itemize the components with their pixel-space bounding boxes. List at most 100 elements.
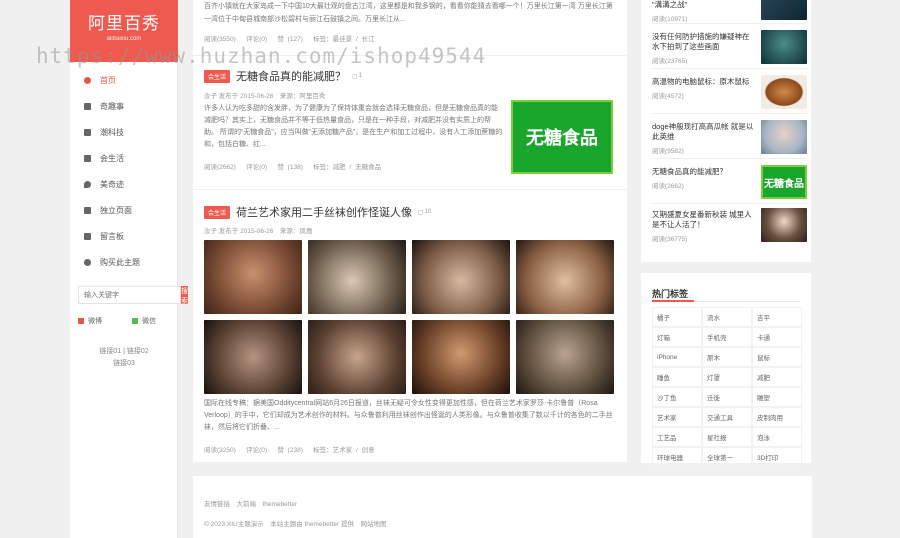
tag-link[interactable]: 原木 [702, 347, 752, 367]
nav-item-tech[interactable]: 潮科技 [70, 119, 178, 145]
sidebar-links: 链接01 | 链接02 链接03 [70, 346, 178, 370]
recent-post-thumb[interactable] [761, 0, 807, 20]
like-button[interactable]: 赞 (138) [277, 164, 302, 171]
search-button[interactable]: 搜索 [181, 286, 188, 305]
tag-link[interactable]: 皮制肉用 [752, 407, 802, 427]
tag-link[interactable]: 交通工具 [702, 407, 752, 427]
comments-link[interactable]: 评论(0) [246, 447, 267, 454]
category-badge[interactable]: 会生活 [204, 69, 231, 83]
gallery-photo[interactable] [516, 240, 614, 314]
recent-post-title[interactable]: 无糖食品真的能减肥？ [652, 167, 756, 177]
main-nav: 首页 奇趣事 潮科技 会生活 美奇迹 独立页面 留言板 购买此主题 [70, 67, 178, 275]
recent-post-item[interactable]: 没有任何防护措施的嫌疑神在水下拍到了这些画面 阅读(23765) [652, 24, 807, 69]
tag-link[interactable]: 灯罩 [702, 367, 752, 387]
like-button[interactable]: 赞 (127) [277, 36, 302, 43]
recent-post-title[interactable]: doge神般现打高高瓜帐 就是以此英维 [652, 122, 756, 142]
thumbnail-caption: 无糖食品 [764, 178, 804, 190]
logo-text: 阿里百秀 [88, 14, 160, 34]
comments-link[interactable]: 评论(0) [246, 164, 267, 171]
gallery-photo[interactable] [204, 320, 302, 394]
tag-link[interactable]: iPhone [652, 347, 702, 367]
like-button[interactable]: 赞 (238) [277, 447, 302, 454]
nav-item-guestbook[interactable]: 留言板 [70, 223, 178, 249]
nav-item-home[interactable]: 首页 [70, 67, 178, 93]
recent-post-item[interactable]: 又期盛夏女星番新秋装 城里人是不让人活了！ 阅读(36775) [652, 204, 807, 249]
recent-post-thumb[interactable] [761, 75, 807, 109]
post-tags[interactable]: 标签：最佳景 / 长江 [313, 36, 374, 43]
title-underline [652, 300, 694, 302]
recent-post-title[interactable]: "溝溝之战" [652, 0, 756, 10]
recent-post-item[interactable]: doge神般现打高高瓜帐 就是以此英维 阅读(9582) [652, 114, 807, 159]
post-tags[interactable]: 标签：减肥 / 无糖食品 [313, 164, 381, 171]
views-count: 阅读(3550) [204, 36, 236, 43]
cup-icon [84, 154, 91, 162]
search-input[interactable] [78, 286, 181, 304]
post-tags[interactable]: 标签：艺术家 / 创意 [313, 447, 374, 454]
nav-item-buy[interactable]: 购买此主题 [70, 249, 178, 275]
gallery-photo[interactable] [412, 320, 510, 394]
tag-link[interactable]: 环球电器 [652, 447, 702, 467]
tag-link[interactable]: 工艺品 [652, 427, 702, 447]
nav-item-life[interactable]: 会生活 [70, 145, 178, 171]
tag-link[interactable]: 雕塑 [752, 387, 802, 407]
views-count: 阅读(2662) [204, 164, 236, 171]
site-footer: 友情链接 大前端 themebetter © 2023 XIU主题演示 本站主题… [193, 476, 812, 538]
nav-label: 独立页面 [100, 205, 132, 215]
comment-count: 1 [358, 73, 363, 79]
recent-post-item[interactable]: "溝溝之战" 阅读(10971) [652, 0, 807, 24]
recent-post-title[interactable]: 又期盛夏女星番新秋装 城里人是不让人活了！ [652, 210, 756, 230]
tag-link[interactable]: 流水 [702, 307, 752, 327]
nav-label: 奇趣事 [100, 101, 124, 111]
recent-post-item[interactable]: 无糖食品真的能减肥？ 阅读(2662) 无糖食品 [652, 159, 807, 204]
nav-label: 美奇迹 [100, 179, 124, 189]
nav-item-wonders[interactable]: 美奇迹 [70, 171, 178, 197]
nav-item-page[interactable]: 独立页面 [70, 197, 178, 223]
tag-link[interactable]: 沙丁鱼 [652, 387, 702, 407]
wechat-icon [132, 318, 138, 324]
post-thumbnail[interactable]: 无糖食品 [511, 100, 613, 174]
category-badge[interactable]: 会生活 [204, 205, 231, 219]
tag-link[interactable]: 灯箱 [652, 327, 702, 347]
weibo-icon [78, 318, 84, 324]
gallery-photo[interactable] [516, 320, 614, 394]
tag-link[interactable]: 手机壳 [702, 327, 752, 347]
tag-link[interactable]: 迁徙 [702, 387, 752, 407]
recent-post-thumb[interactable]: 无糖食品 [761, 165, 807, 199]
comments-link[interactable]: 评论(0) [246, 36, 267, 43]
gallery-photo[interactable] [204, 240, 302, 314]
tag-link[interactable]: 全球第一 [702, 447, 752, 467]
tag-link[interactable]: 艺术家 [652, 407, 702, 427]
tag-link[interactable]: 睡鱼 [652, 367, 702, 387]
tag-link[interactable]: 卡通 [752, 327, 802, 347]
links-row-1[interactable]: 链接01 | 链接02 [70, 346, 178, 358]
comment-icon [84, 232, 91, 240]
tag-link[interactable]: 鼠标 [752, 347, 802, 367]
tag-link[interactable]: 吉平 [752, 307, 802, 327]
recent-post-title[interactable]: 高温物的电脑鼠标：原木鼠标 [652, 77, 756, 87]
social-links: 微博 微信 [78, 316, 170, 326]
post-title[interactable]: 荷兰艺术家用二手丝袜创作怪诞人像 [236, 204, 412, 220]
recent-post-thumb[interactable] [761, 120, 807, 154]
friend-links[interactable]: 友情链接 大前端 themebetter [204, 498, 297, 508]
weibo-link[interactable]: 微博 [78, 316, 102, 326]
recent-post-title[interactable]: 没有任何防护措施的嫌疑神在水下拍到了这些画面 [652, 32, 756, 52]
links-row-2[interactable]: 链接03 [70, 358, 178, 370]
gallery-photo[interactable] [412, 240, 510, 314]
gallery-photo[interactable] [308, 320, 406, 394]
nav-item-fun[interactable]: 奇趣事 [70, 93, 178, 119]
nav-label: 会生活 [100, 153, 124, 163]
post-title[interactable]: 无糖食品真的能减肥？ [236, 68, 346, 84]
tag-link[interactable]: 橘子 [652, 307, 702, 327]
recent-post-item[interactable]: 高温物的电脑鼠标：原木鼠标 阅读(4572) [652, 69, 807, 114]
tag-link[interactable]: 泡泳 [752, 427, 802, 447]
recent-post-thumb[interactable] [761, 208, 807, 242]
post-header: 会生活 无糖食品真的能减肥？ ▢ 1 [204, 68, 362, 84]
logo-domain: alibaixiu.com [106, 36, 142, 42]
site-logo[interactable]: 阿里百秀 alibaixiu.com [70, 0, 178, 62]
tag-link[interactable]: 减肥 [752, 367, 802, 387]
tag-link[interactable]: 星社报 [702, 427, 752, 447]
gallery-photo[interactable] [308, 240, 406, 314]
wechat-link[interactable]: 微信 [132, 316, 156, 326]
recent-post-thumb[interactable] [761, 30, 807, 64]
tag-link[interactable]: 3D打印 [752, 447, 802, 467]
